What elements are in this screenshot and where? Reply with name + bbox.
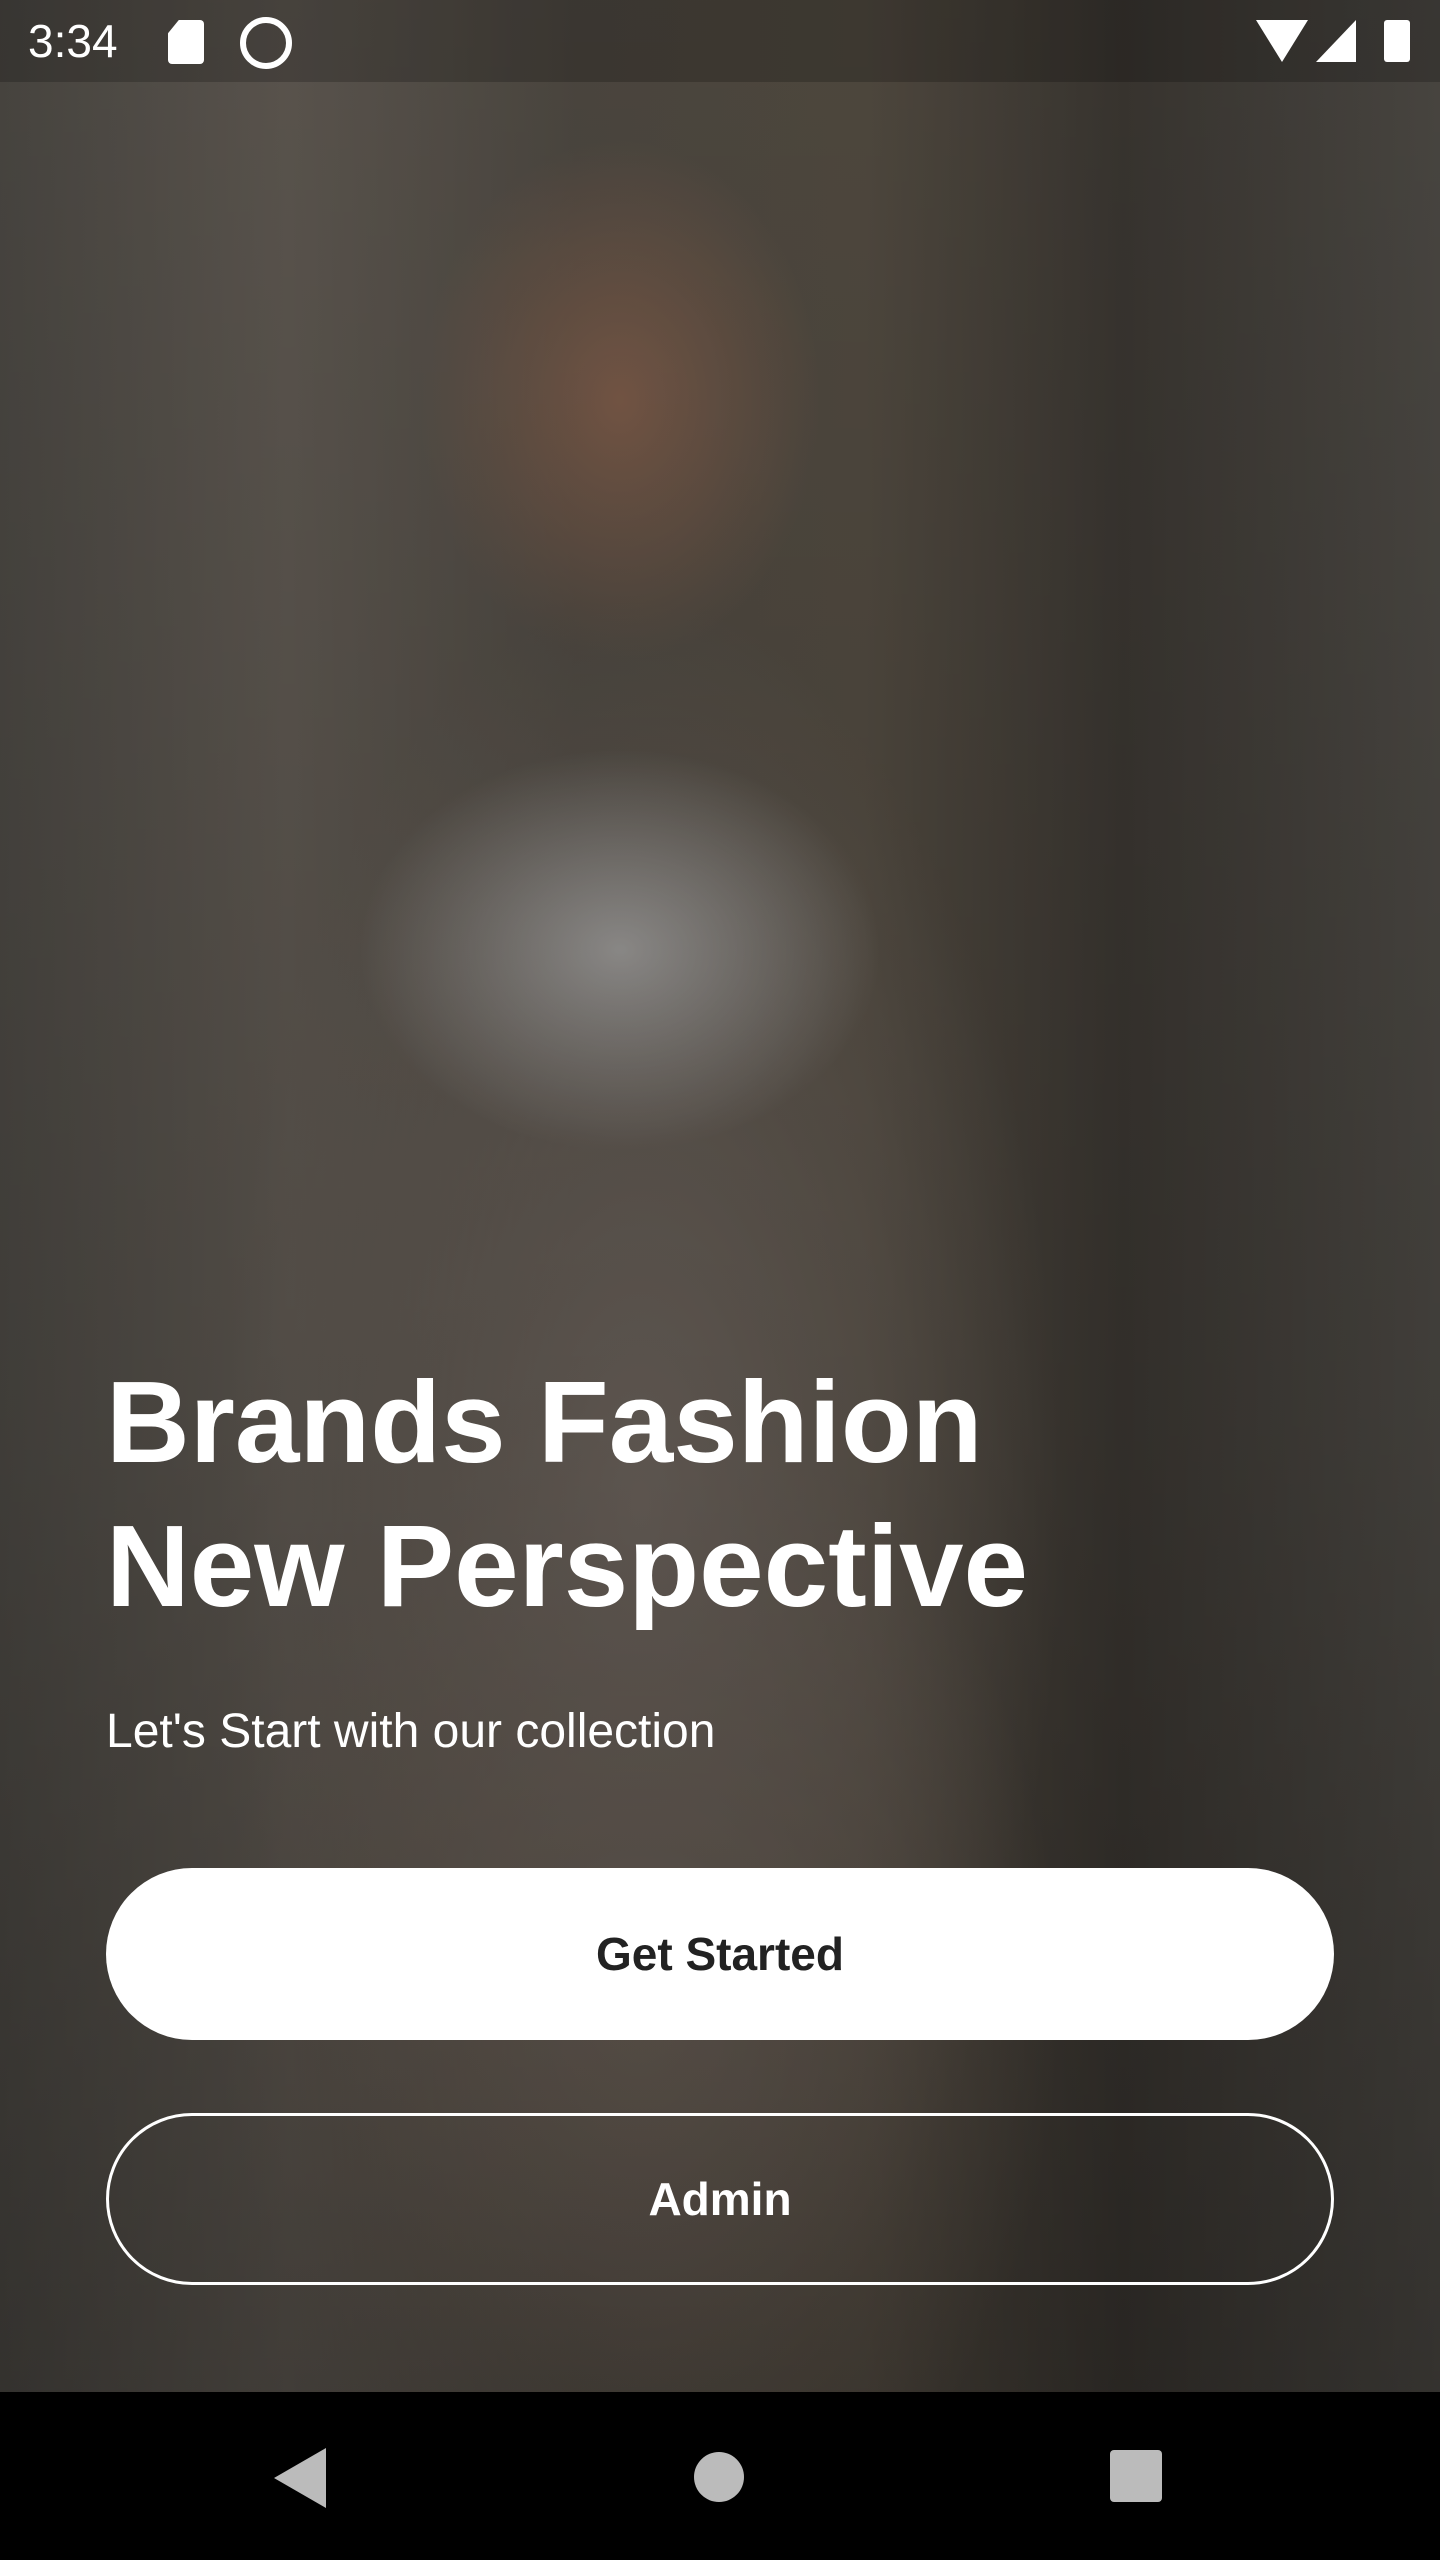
home-icon[interactable]	[694, 2452, 744, 2502]
wifi-icon	[1256, 20, 1308, 62]
back-icon[interactable]	[274, 2448, 326, 2508]
admin-button[interactable]: Admin	[106, 2113, 1334, 2285]
get-started-button[interactable]: Get Started	[106, 1868, 1334, 2040]
navigation-bar	[0, 2392, 1440, 2560]
sd-card-icon	[168, 20, 204, 64]
hero-subtitle: Let's Start with our collection	[106, 1705, 716, 1758]
title-line-1: Brands Fashion	[106, 1357, 983, 1487]
hero-title-text: Brands Fashion New Perspective	[106, 1350, 1336, 1638]
status-time: 3:34	[28, 15, 118, 67]
title-line-2: New Perspective	[106, 1501, 1029, 1631]
hero-title: Brands Fashion New Perspective	[106, 1350, 1336, 1638]
status-bar: 3:34	[0, 0, 1440, 82]
sync-icon	[240, 17, 292, 69]
battery-icon	[1384, 20, 1410, 62]
recents-icon[interactable]	[1110, 2450, 1162, 2502]
signal-icon	[1316, 20, 1356, 62]
